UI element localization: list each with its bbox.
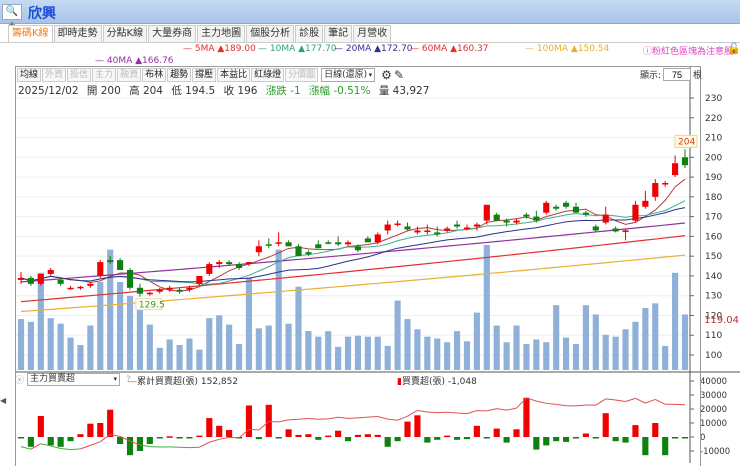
volume-axis-label: 119.04 [704,315,739,326]
chevron-down-icon: ▾ [114,374,118,385]
toolbar-button[interactable]: 外資 [42,68,66,82]
toolbar-button[interactable]: 紅綠燈 [251,68,284,82]
bar-legend: ▮買賣超(張) -1,048 [397,374,477,387]
pen-icon[interactable]: ✎ [394,68,404,82]
show-label: 顯示: [640,68,661,81]
chart-toolbar: 均線外資投信主力融資布林趨勢撐壓本益比紅綠燈分價圖 日線(還原)▾ ⚙ ✎ [17,68,404,82]
y-tick-label: 190 [705,173,722,183]
ohlc-info: 2025/12/02 開 200 高 204 低 194.5 收 196 漲跌 … [18,83,434,98]
show-unit: 根 [693,68,702,81]
y-tick-label: 130 [705,292,722,302]
gear-icon[interactable]: ⚙ [381,68,392,82]
info-low: 低 194.5 [171,85,215,97]
low-tick-label: 20000 [700,405,727,415]
y-tick-label: 230 [705,94,722,104]
period-select[interactable]: 日線(還原)▾ [321,68,375,82]
info-pct: 漲幅 -0.51% [309,85,370,97]
bar-label: 買賣超(張) -1,048 [402,377,477,387]
toolbar-button[interactable]: 分價圖 [285,68,318,82]
y-tick-label: 200 [705,153,722,163]
y-tick-label: 180 [705,193,722,203]
show-count-input[interactable] [663,68,691,81]
y-tick-label: 100 [705,351,722,361]
toolbar-button[interactable]: 布林 [142,68,166,82]
y-tick-label: 160 [705,232,722,242]
info-close: 收 196 [224,85,258,97]
toolbar-button[interactable]: 主力 [92,68,116,82]
toolbar-button[interactable]: 融資 [117,68,141,82]
y-tick-label: 220 [705,114,722,124]
y-tick-label: 210 [705,134,722,144]
chart-frame [15,66,701,466]
toolbar-button[interactable]: 投信 [67,68,91,82]
info-date: 2025/12/02 [18,85,79,97]
y-tick-label: 140 [705,272,722,282]
info-volume: 量 43,927 [379,85,430,97]
indicator-bar: ⓧ 主力買賣超▾ ? [15,373,131,386]
y-tick-label: 110 [705,331,722,341]
toolbar-button[interactable]: 本益比 [217,68,250,82]
info-open: 開 200 [87,85,121,97]
info-high: 高 204 [129,85,163,97]
y-tick-label: 150 [705,252,722,262]
toolbar-button[interactable]: 撐壓 [192,68,216,82]
low-tick-label: 10000 [700,419,727,429]
collapse-arrow-icon[interactable]: ◀ [0,396,6,405]
cum-legend: —累計買賣超(張) 152,852 [128,374,238,387]
low-tick-label: -10000 [700,447,730,457]
chevron-down-icon: ▾ [369,69,373,81]
toolbar-button[interactable]: 趨勢 [167,68,191,82]
y-tick-label: 170 [705,213,722,223]
close-circle-icon[interactable]: ⓧ [15,373,24,386]
indicator-value: 主力買賣超 [30,374,75,384]
cum-label: 累計買賣超(張) 152,852 [137,377,238,387]
show-count: 顯示: 根 [640,68,702,81]
low-tick-label: 40000 [700,377,727,387]
toolbar-button[interactable]: 均線 [17,68,41,82]
info-change: 漲跌 -1 [266,85,301,97]
low-tick-label: 30000 [700,391,727,401]
indicator-select[interactable]: 主力買賣超 ▾ [27,373,120,386]
period-value: 日線(還原) [324,70,367,80]
